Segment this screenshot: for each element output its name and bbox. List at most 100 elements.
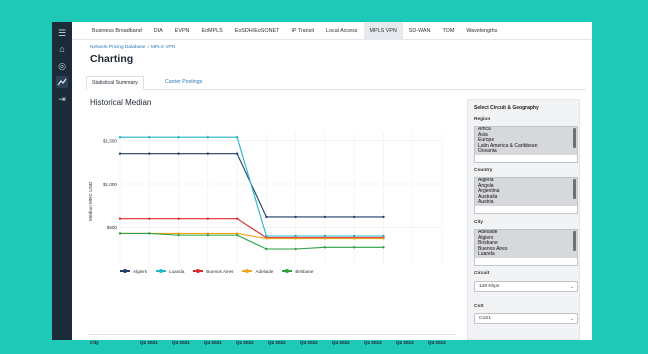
legend-item[interactable]: Adelaide: [242, 268, 274, 274]
data-point: [148, 136, 151, 139]
nav-sd-wan[interactable]: SD-WAN: [403, 22, 437, 40]
data-point: [294, 247, 297, 251]
legend-item[interactable]: Luanda: [156, 268, 184, 274]
nav-business-broadband[interactable]: Business Broadband: [86, 22, 148, 40]
data-point: [118, 136, 122, 139]
city-option[interactable]: Luanda: [475, 252, 577, 258]
data-point: [148, 152, 151, 155]
data-point: [235, 217, 239, 220]
country-scrollbar[interactable]: [573, 179, 576, 199]
data-point: [148, 217, 151, 220]
chart-legend: Algiers Luanda Buenos Aires Adelaide Brisban…: [120, 266, 323, 276]
data-point: [352, 246, 356, 249]
nav-ip-transit[interactable]: IP Transit: [285, 22, 320, 40]
country-listbox[interactable]: Algeria Angola Argentina Australia Austr…: [474, 177, 578, 214]
data-point: [323, 215, 327, 219]
chart-icon[interactable]: [56, 76, 68, 88]
product-nav: Business Broadband DIA EVPN EoMPLS EoSDH…: [72, 21, 592, 40]
nav-eosdh[interactable]: EoSDH/EoSONET: [229, 22, 286, 40]
y-tick-label: $1,500: [103, 138, 117, 143]
data-point: [148, 232, 151, 235]
menu-icon[interactable]: ☰: [56, 27, 68, 39]
nav-local-access[interactable]: Local Access: [320, 22, 363, 40]
country-label: Country: [474, 168, 493, 173]
column-header-quarter[interactable]: Q4 2022: [332, 340, 350, 345]
compass-icon[interactable]: ◎: [56, 60, 68, 72]
city-listbox[interactable]: Adelaide Algiers Brisbane Buenos Aires L…: [474, 229, 578, 266]
data-point: [118, 232, 122, 235]
column-header-quarter[interactable]: Q1 2022: [236, 340, 254, 345]
nav-eompls[interactable]: EoMPLS: [195, 22, 228, 40]
nav-dia[interactable]: DIA: [148, 22, 169, 40]
city-scrollbar[interactable]: [573, 231, 576, 251]
series-line: [120, 218, 384, 239]
breadcrumb-network-pricing[interactable]: Network Pricing Database: [90, 45, 145, 50]
data-point: [118, 152, 122, 155]
data-point: [352, 215, 356, 219]
sidebar-rail: ☰ ⌂ ◎ ⇥: [52, 22, 72, 340]
data-point: [206, 233, 210, 237]
filter-heading: Select Circuit & Geography: [474, 105, 539, 111]
legend-item[interactable]: Buenos Aires: [193, 268, 234, 274]
legend-swatch: [193, 268, 204, 273]
column-header-quarter[interactable]: Q4 2021: [204, 340, 222, 345]
legend-label: Adelaide: [255, 268, 274, 274]
breadcrumb-mpls-vpn[interactable]: MPLS VPN: [151, 45, 175, 50]
region-label: Region: [474, 117, 491, 122]
legend-swatch: [156, 268, 167, 273]
data-point: [323, 237, 327, 240]
breadcrumb: Network Pricing Database / MPLS VPN: [90, 45, 175, 50]
column-header-quarter[interactable]: Q3 2022: [300, 340, 318, 345]
cos-label: CoS: [474, 304, 484, 309]
logout-icon[interactable]: ⇥: [56, 93, 68, 105]
data-point: [265, 237, 268, 240]
legend-label: Brisbane: [295, 268, 314, 274]
legend-label: Algiers: [133, 268, 148, 274]
home-icon[interactable]: ⌂: [56, 43, 68, 55]
cos-select[interactable]: CoS1 ⌄: [474, 313, 578, 324]
data-point: [352, 237, 356, 240]
country-option[interactable]: Austria: [475, 200, 577, 206]
circuit-value: 128 Kbps: [479, 284, 500, 289]
nav-evpn[interactable]: EVPN: [169, 22, 196, 40]
data-point: [265, 247, 268, 251]
legend-swatch: [242, 268, 253, 273]
nav-wavelengths[interactable]: Wavelengths: [460, 22, 503, 40]
legend-item[interactable]: Algiers: [120, 268, 148, 274]
region-listbox[interactable]: Africa Asia Europe Latin America & Carib…: [474, 126, 578, 163]
nav-tom[interactable]: TOM: [436, 22, 460, 40]
chevron-down-icon: ⌄: [569, 284, 574, 290]
column-header-quarter[interactable]: Q3 2023: [428, 340, 446, 345]
data-point: [235, 136, 239, 139]
data-point: [323, 246, 327, 249]
column-header-quarter[interactable]: Q2 2022: [268, 340, 286, 345]
column-header-quarter[interactable]: Q3 2021: [172, 340, 190, 345]
circuit-select[interactable]: 128 Kbps ⌄: [474, 281, 578, 292]
nav-mpls-vpn[interactable]: MPLS VPN: [363, 21, 403, 40]
line-chart: $500$1,000$1,500Median MRC USDQ2 2021Q3 …: [88, 132, 443, 264]
tab-statistical-summary[interactable]: Statistical Summary: [86, 76, 144, 90]
region-option[interactable]: Oceania: [475, 149, 577, 155]
legend-swatch: [120, 268, 130, 273]
data-point: [265, 215, 268, 219]
y-tick-label: $500: [107, 225, 118, 230]
legend-label: Buenos Aires: [206, 268, 234, 274]
cos-value: CoS1: [479, 316, 491, 321]
column-header-quarter[interactable]: Q2 2021: [140, 340, 158, 345]
region-scrollbar[interactable]: [573, 128, 576, 148]
data-point: [206, 152, 210, 155]
data-point: [382, 215, 385, 219]
column-header-city[interactable]: City: [90, 340, 99, 345]
data-point: [118, 217, 122, 220]
column-header-quarter[interactable]: Q2 2023: [396, 340, 414, 345]
column-header-quarter[interactable]: Q1 2023: [364, 340, 382, 345]
tab-carrier-postings[interactable]: Carrier Postings: [160, 76, 207, 90]
data-table-header: City Q2 2021 Q3 2021 Q4 2021 Q1 2022 Q2 2022 Q…: [88, 334, 456, 354]
page-title: Charting: [90, 53, 134, 65]
legend-item[interactable]: Brisbane: [282, 268, 314, 274]
data-point: [177, 136, 180, 139]
tab-bar: Statistical Summary Carrier Postings: [86, 76, 586, 90]
data-point: [177, 233, 180, 237]
data-point: [177, 217, 180, 220]
data-point: [206, 136, 210, 139]
